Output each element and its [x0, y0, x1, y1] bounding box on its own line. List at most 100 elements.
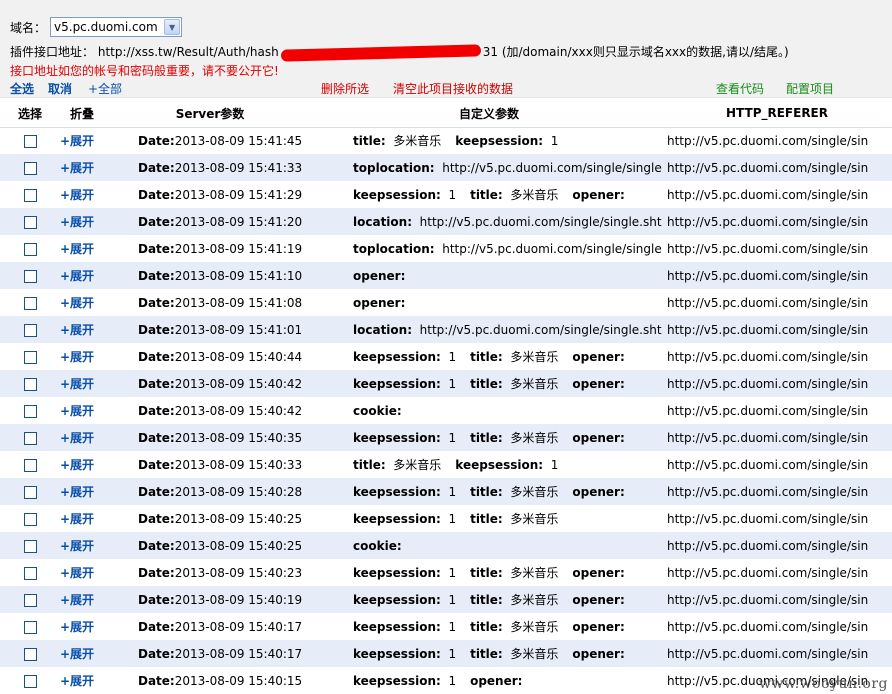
- row-checkbox[interactable]: [23, 323, 37, 337]
- date-key: Date:: [138, 403, 175, 418]
- select-all-link[interactable]: 全选: [10, 80, 34, 97]
- expand-link[interactable]: +展开: [60, 215, 94, 229]
- param-key: keepsession:: [455, 134, 544, 149]
- param-key: title:: [470, 350, 503, 364]
- select-cell: [0, 532, 60, 559]
- select-cell: [0, 289, 60, 316]
- date-key: Date:: [138, 160, 175, 175]
- server-param-cell: Date:2013-08-09 15:40:33: [104, 451, 316, 478]
- row-checkbox[interactable]: [23, 620, 37, 634]
- param-key: location:: [353, 214, 413, 229]
- param-key: opener:: [572, 188, 625, 202]
- param-key: keepsession:: [353, 188, 441, 202]
- select-cell: [0, 424, 60, 451]
- expand-link[interactable]: +展开: [60, 161, 94, 175]
- row-checkbox[interactable]: [23, 404, 37, 418]
- config-project-link[interactable]: 配置项目: [786, 80, 834, 97]
- row-checkbox[interactable]: [23, 188, 37, 202]
- fold-cell: +展开: [60, 235, 104, 262]
- expand-all-link[interactable]: +全部: [88, 80, 122, 97]
- row-checkbox[interactable]: [23, 269, 37, 283]
- chevron-down-icon[interactable]: ▼: [164, 19, 181, 35]
- expand-link[interactable]: +展开: [60, 269, 94, 283]
- expand-link[interactable]: +展开: [60, 674, 94, 688]
- date-key: Date:: [138, 673, 175, 688]
- row-checkbox[interactable]: [23, 647, 37, 661]
- expand-link[interactable]: +展开: [60, 242, 94, 256]
- clear-data-link[interactable]: 清空此项目接收的数据: [393, 80, 513, 97]
- expand-link[interactable]: +展开: [60, 620, 94, 634]
- row-checkbox[interactable]: [23, 296, 37, 310]
- date-key: Date:: [138, 349, 175, 364]
- param-value: http://v5.pc.duomi.com/single/single.sht…: [419, 214, 662, 229]
- row-checkbox[interactable]: [23, 485, 37, 499]
- param-value: 1: [448, 673, 457, 688]
- api-note: (加/domain/xxx则只显示域名xxx的数据,请以/结尾。): [501, 45, 789, 59]
- expand-link[interactable]: +展开: [60, 350, 94, 364]
- expand-link[interactable]: +展开: [60, 512, 94, 526]
- expand-link[interactable]: +展开: [60, 647, 94, 661]
- cancel-link[interactable]: 取消: [48, 80, 72, 97]
- custom-param-cell: cookie:: [316, 397, 662, 424]
- custom-param-cell: keepsession: 1 title: 多米音乐 opener:: [316, 370, 662, 397]
- row-checkbox[interactable]: [23, 458, 37, 472]
- table-row: +展开 Date:2013-08-09 15:40:42 keepsession: …: [0, 370, 892, 397]
- domain-label: 域名：: [10, 20, 47, 35]
- expand-link[interactable]: +展开: [60, 431, 94, 445]
- row-checkbox[interactable]: [23, 215, 37, 229]
- expand-link[interactable]: +展开: [60, 296, 94, 310]
- row-checkbox[interactable]: [23, 134, 37, 148]
- row-checkbox[interactable]: [23, 242, 37, 256]
- expand-link[interactable]: +展开: [60, 458, 94, 472]
- action-bar: 全选 取消 +全部 删除所选 清空此项目接收的数据 查看代码 配置项目: [0, 80, 892, 96]
- expand-link[interactable]: +展开: [60, 593, 94, 607]
- table-row: +展开 Date:2013-08-09 15:40:25 keepsession: …: [0, 505, 892, 532]
- row-checkbox[interactable]: [23, 350, 37, 364]
- expand-link[interactable]: +展开: [60, 566, 94, 580]
- param-key: opener:: [353, 295, 406, 310]
- fold-cell: +展开: [60, 640, 104, 667]
- expand-link[interactable]: +展开: [60, 539, 94, 553]
- data-table: 选择 折叠 Server参数 自定义参数 HTTP_REFERER +展开 Dat…: [0, 100, 892, 694]
- param-key: cookie:: [353, 403, 402, 418]
- expand-link[interactable]: +展开: [60, 188, 94, 202]
- row-checkbox[interactable]: [23, 566, 37, 580]
- param-value: 1: [448, 431, 457, 445]
- select-cell: [0, 667, 60, 694]
- referer-cell: http://v5.pc.duomi.com/single/sin: [662, 343, 892, 370]
- api-label: 插件接口地址：: [10, 45, 95, 59]
- expand-link[interactable]: +展开: [60, 404, 94, 418]
- param-key: opener:: [572, 566, 625, 580]
- row-checkbox[interactable]: [23, 512, 37, 526]
- row-checkbox[interactable]: [23, 539, 37, 553]
- domain-filter: 域名： v5.pc.duomi.com ▼: [10, 17, 183, 37]
- delete-selected-link[interactable]: 删除所选: [321, 80, 369, 97]
- param-key: title:: [470, 647, 503, 661]
- row-checkbox[interactable]: [23, 161, 37, 175]
- date-value: 2013-08-09 15:41:01: [174, 322, 303, 337]
- row-checkbox[interactable]: [23, 377, 37, 391]
- row-checkbox[interactable]: [23, 593, 37, 607]
- referer-cell: http://v5.pc.duomi.com/single/sin: [662, 370, 892, 397]
- row-checkbox[interactable]: [23, 674, 37, 688]
- fold-cell: +展开: [60, 208, 104, 235]
- param-key: keepsession:: [353, 431, 441, 445]
- view-code-link[interactable]: 查看代码: [716, 80, 764, 97]
- referer-cell: http://v5.pc.duomi.com/single/sin: [662, 208, 892, 235]
- row-checkbox[interactable]: [23, 431, 37, 445]
- table-row: +展开 Date:2013-08-09 15:41:29 keepsession: …: [0, 181, 892, 208]
- domain-select[interactable]: v5.pc.duomi.com ▼: [50, 17, 183, 37]
- expand-link[interactable]: +展开: [60, 377, 94, 391]
- col-header-custom: 自定义参数: [316, 100, 662, 128]
- fold-cell: +展开: [60, 613, 104, 640]
- expand-link[interactable]: +展开: [60, 485, 94, 499]
- date-key: Date:: [138, 484, 175, 499]
- table-row: +展开 Date:2013-08-09 15:40:35 keepsession: …: [0, 424, 892, 451]
- expand-link[interactable]: +展开: [60, 323, 94, 337]
- expand-link[interactable]: +展开: [60, 134, 94, 148]
- param-value: 多米音乐: [510, 647, 559, 661]
- table-row: +展开 Date:2013-08-09 15:40:28 keepsession: …: [0, 478, 892, 505]
- param-key: title:: [470, 188, 503, 202]
- col-header-select: 选择: [0, 100, 60, 128]
- date-key: Date:: [138, 187, 175, 202]
